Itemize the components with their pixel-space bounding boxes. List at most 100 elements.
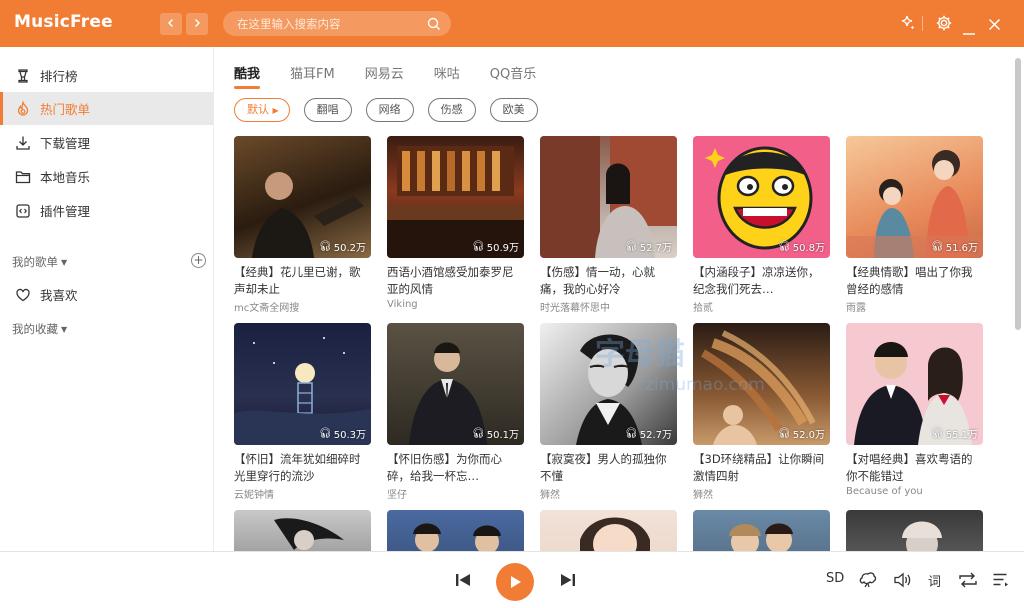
playlist-queue-icon[interactable]: [992, 571, 1010, 589]
playlist-title[interactable]: 【伤感】情一动，心就痛，我的心好冷: [540, 264, 677, 298]
playlist-card[interactable]: 🎧︎ 50.3万 【怀旧】流年犹如细碎时光里穿行的流沙 云妮钟情: [234, 323, 371, 501]
headphones-icon: 🎧︎: [472, 241, 485, 252]
playlist-card[interactable]: 🎧︎ 50.2万 【经典】花儿里已谢，歌声却未止 mc文斋全网搜: [234, 136, 371, 314]
volume-icon[interactable]: [892, 570, 912, 590]
forward-button[interactable]: [186, 13, 208, 35]
playlist-cover[interactable]: 🎧︎ 51.6万: [846, 136, 983, 258]
playlist-card[interactable]: [540, 510, 677, 551]
tag-chip-sad[interactable]: 伤感: [427, 98, 476, 122]
sidebar-item-hot-playlists[interactable]: 热门歌单: [0, 92, 213, 125]
sidebar-item-plugins[interactable]: 插件管理: [0, 194, 213, 227]
playlist-cover[interactable]: [540, 510, 677, 551]
sidebar-item-local-music[interactable]: 本地音乐: [0, 160, 213, 193]
player-bar: SD 词: [0, 551, 1024, 608]
sidebar-item-label: 下载管理: [40, 136, 91, 151]
playlist-cover[interactable]: [693, 510, 830, 551]
playlist-card[interactable]: 🎧︎ 50.8万 【内涵段子】凉凉送你，纪念我们死去… 拾贰: [693, 136, 830, 314]
tab-migu[interactable]: 咪咕: [434, 63, 460, 82]
minimize-icon[interactable]: [962, 21, 976, 40]
sidebar-item-rankings[interactable]: 排行榜: [0, 59, 213, 92]
playlist-author: 雨露: [846, 303, 866, 314]
play-count: 🎧︎ 52.0万: [778, 426, 825, 441]
search-input[interactable]: [237, 16, 427, 31]
playlist-card[interactable]: 🎧︎ 50.9万 西语小酒馆感受加泰罗尼亚的风情 Viking: [387, 136, 524, 310]
playlist-card[interactable]: 🎧︎ 52.7万 【寂寞夜】男人的孤独你不懂 狮然: [540, 323, 677, 501]
playlist-title[interactable]: 【寂寞夜】男人的孤独你不懂: [540, 451, 677, 485]
headphones-icon: 🎧︎: [931, 241, 944, 252]
playlist-card[interactable]: [234, 510, 371, 551]
playlist-card[interactable]: 🎧︎ 52.0万 【3D环绕精品】让你瞬间激情四射 狮然: [693, 323, 830, 501]
play-count: 🎧︎ 51.6万: [931, 239, 978, 254]
playlist-title[interactable]: 【怀旧伤感】为你而心碎，给我一杯忘…: [387, 451, 524, 485]
lyrics-button[interactable]: 词: [928, 571, 941, 590]
playlist-cover[interactable]: [387, 510, 524, 551]
download-icon: [14, 134, 32, 152]
playlist-cover[interactable]: 🎧︎ 50.2万: [234, 136, 371, 258]
next-button[interactable]: [560, 572, 576, 588]
quality-button[interactable]: SD: [826, 571, 844, 586]
sidebar-item-downloads[interactable]: 下载管理: [0, 126, 213, 159]
headphones-icon: 🎧︎: [319, 241, 332, 252]
settings-icon[interactable]: [935, 14, 953, 36]
scrollbar-thumb[interactable]: [1015, 58, 1021, 330]
playlist-card[interactable]: 🎧︎ 50.1万 【怀旧伤感】为你而心碎，给我一杯忘… 坚仔: [387, 323, 524, 501]
playlist-card[interactable]: [693, 510, 830, 551]
my-playlists-header[interactable]: 我的歌单 ▼: [12, 254, 67, 270]
repeat-icon[interactable]: [958, 571, 978, 589]
previous-button[interactable]: [455, 572, 471, 588]
folder-icon: [14, 168, 32, 186]
playlist-title[interactable]: 【3D环绕精品】让你瞬间激情四射: [693, 451, 830, 485]
playlist-cover[interactable]: 🎧︎ 55.1万: [846, 323, 983, 445]
playlist-title[interactable]: 【经典情歌】唱出了你我曾经的感情: [846, 264, 983, 298]
play-count-value: 52.7万: [639, 243, 672, 254]
sound-effect-icon[interactable]: [858, 570, 878, 590]
app-logo: MusicFree: [14, 12, 113, 32]
tab-netease[interactable]: 网易云: [365, 63, 404, 82]
playlist-title[interactable]: 【经典】花儿里已谢，歌声却未止: [234, 264, 371, 298]
close-icon[interactable]: [988, 16, 1001, 35]
playlist-author: 狮然: [693, 490, 713, 501]
playlist-card[interactable]: [387, 510, 524, 551]
playlist-title[interactable]: 【怀旧】流年犹如细碎时光里穿行的流沙: [234, 451, 371, 485]
play-count: 🎧︎ 52.7万: [625, 426, 672, 441]
playlist-cover[interactable]: 🎧︎ 50.8万: [693, 136, 830, 258]
playlist-cover[interactable]: 🎧︎ 50.1万: [387, 323, 524, 445]
playlist-cover[interactable]: 🎧︎ 52.7万: [540, 323, 677, 445]
sidebar-item-favorites[interactable]: 我喜欢: [0, 278, 213, 311]
play-count: 🎧︎ 50.9万: [472, 239, 519, 254]
tag-chip-western[interactable]: 欧美: [489, 98, 538, 122]
playlist-title[interactable]: 【内涵段子】凉凉送你，纪念我们死去…: [693, 264, 830, 298]
sidebar-item-label: 本地音乐: [40, 170, 91, 185]
playlist-title[interactable]: 【对唱经典】喜欢粤语的你不能错过: [846, 451, 983, 485]
playlist-card[interactable]: 🎧︎ 55.1万 【对唱经典】喜欢粤语的你不能错过 Because of you: [846, 323, 983, 497]
plugin-icon: [14, 202, 32, 220]
playlist-cover[interactable]: 🎧︎ 52.0万: [693, 323, 830, 445]
tag-chip-default[interactable]: 默认 ▶: [234, 98, 290, 122]
titlebar-divider: [922, 16, 923, 31]
headphones-icon: 🎧︎: [625, 428, 638, 439]
playlist-cover[interactable]: 🎧︎ 50.3万: [234, 323, 371, 445]
playlist-cover[interactable]: 🎧︎ 52.7万: [540, 136, 677, 258]
tag-chip-cover[interactable]: 翻唱: [303, 98, 352, 122]
title-bar: MusicFree: [0, 0, 1024, 47]
playlist-cover[interactable]: [846, 510, 983, 551]
playlist-card[interactable]: 🎧︎ 52.7万 【伤感】情一动，心就痛，我的心好冷 时光落幕怀思中: [540, 136, 677, 314]
search-icon[interactable]: [427, 16, 441, 35]
playlist-cover[interactable]: 🎧︎ 50.9万: [387, 136, 524, 258]
playlist-card[interactable]: 🎧︎ 51.6万 【经典情歌】唱出了你我曾经的感情 雨露: [846, 136, 983, 314]
add-playlist-button[interactable]: +: [191, 253, 206, 268]
search-box[interactable]: [223, 11, 451, 36]
play-button[interactable]: [496, 563, 534, 601]
sparkle-icon[interactable]: [898, 14, 916, 36]
tab-kuwo[interactable]: 酷我: [234, 63, 261, 89]
sidebar-item-label: 插件管理: [40, 204, 91, 219]
tab-maoer-fm[interactable]: 猫耳FM: [290, 63, 335, 82]
playlist-title[interactable]: 西语小酒馆感受加泰罗尼亚的风情: [387, 264, 524, 298]
playlist-cover[interactable]: [234, 510, 371, 551]
tag-chip-internet[interactable]: 网络: [365, 98, 414, 122]
trophy-icon: [14, 67, 32, 85]
playlist-card[interactable]: [846, 510, 983, 551]
tab-qq-music[interactable]: QQ音乐: [490, 63, 536, 82]
back-button[interactable]: [160, 13, 182, 35]
my-collection-header[interactable]: 我的收藏 ▼: [12, 321, 67, 337]
